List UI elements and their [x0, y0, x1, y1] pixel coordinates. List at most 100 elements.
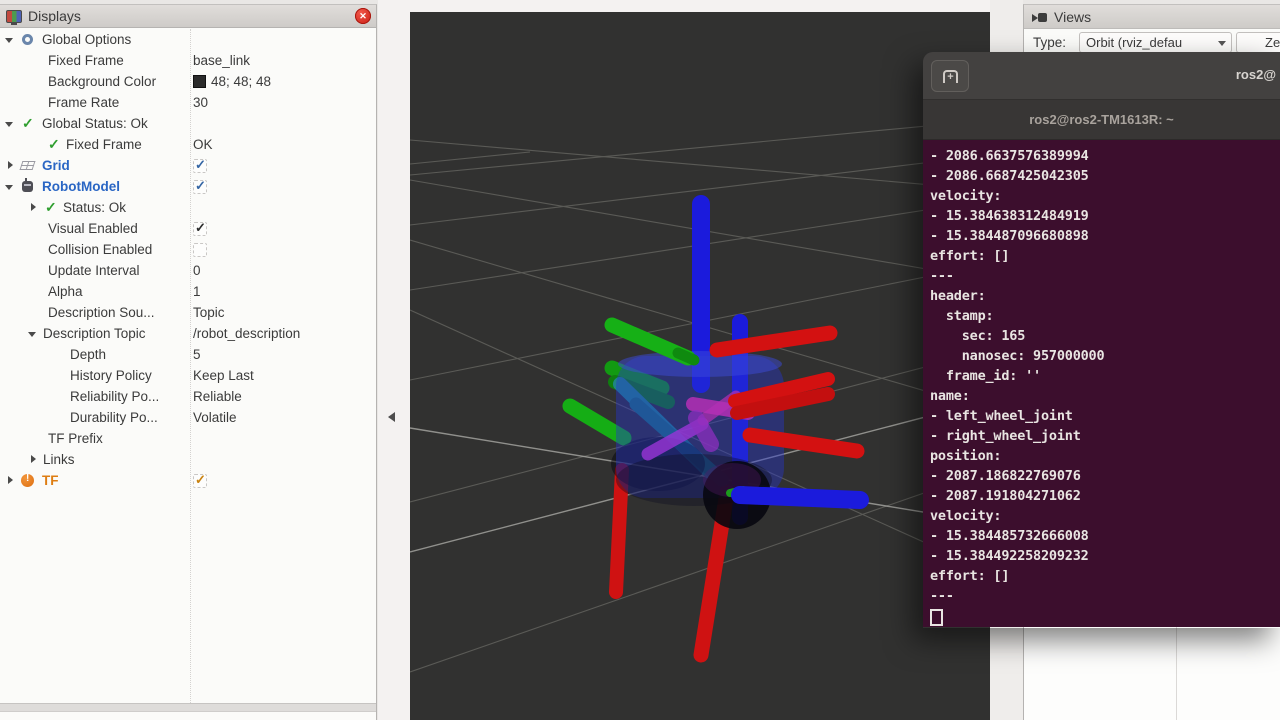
row-label: TF Prefix	[48, 431, 103, 446]
row-label: Global Options	[42, 32, 131, 47]
row-value[interactable]: Topic	[193, 305, 225, 320]
terminal-line: - 15.384485732666008	[930, 528, 1276, 548]
displays-tree: Global Options Fixed Frame base_link Bac…	[0, 29, 376, 703]
panel-resize-strip[interactable]	[0, 703, 376, 712]
chevron-down-icon[interactable]	[27, 328, 39, 340]
collapse-panel-icon[interactable]	[388, 412, 395, 422]
tf-visibility-checkbox[interactable]	[193, 474, 207, 488]
terminal-tab-label: ros2@ros2-TM1613R: ~	[1029, 112, 1174, 127]
new-tab-icon: +	[943, 70, 958, 83]
terminal-line: sec: 165	[930, 328, 1276, 348]
row-value[interactable]: 0	[193, 263, 201, 278]
terminal-line: - 2086.6637576389994	[930, 148, 1276, 168]
tree-row-durability-policy[interactable]: Durability Po... Volatile	[0, 407, 376, 428]
tree-row-depth[interactable]: Depth 5	[0, 344, 376, 365]
tree-row-reliability-policy[interactable]: Reliability Po... Reliable	[0, 386, 376, 407]
row-value[interactable]: Keep Last	[193, 368, 254, 383]
color-value: 48; 48; 48	[211, 74, 271, 89]
chevron-right-icon[interactable]	[4, 475, 16, 487]
row-value[interactable]: 1	[193, 284, 201, 299]
chevron-right-icon[interactable]	[27, 202, 39, 214]
row-label: Alpha	[48, 284, 83, 299]
row-label: Fixed Frame	[66, 137, 142, 152]
terminal-line: ---	[930, 268, 1276, 288]
tree-row-robotmodel[interactable]: RobotModel	[0, 176, 376, 197]
chevron-right-icon[interactable]	[4, 160, 16, 172]
row-label: Depth	[70, 347, 106, 362]
tree-row-update-interval[interactable]: Update Interval 0	[0, 260, 376, 281]
zero-button[interactable]: Ze	[1236, 32, 1280, 53]
tree-row-global-options[interactable]: Global Options	[0, 29, 376, 50]
terminal-titlebar[interactable]: + ros2@	[923, 52, 1280, 100]
tree-row-robot-status[interactable]: Status: Ok	[0, 197, 376, 218]
tree-row-fixed-frame-status[interactable]: Fixed Frame OK	[0, 134, 376, 155]
terminal-line: - 15.384638312484919	[930, 208, 1276, 228]
row-label: Visual Enabled	[48, 221, 138, 236]
view-type-dropdown[interactable]: Orbit (rviz_defau	[1079, 32, 1232, 53]
terminal-line: stamp:	[930, 308, 1276, 328]
row-label: Collision Enabled	[48, 242, 152, 257]
terminal-cursor	[930, 609, 943, 626]
robotmodel-icon	[20, 180, 36, 194]
tree-row-frame-rate[interactable]: Frame Rate 30	[0, 92, 376, 113]
tree-row-tf-prefix[interactable]: TF Prefix	[0, 428, 376, 449]
tree-row-global-status[interactable]: Global Status: Ok	[0, 113, 376, 134]
tree-row-description-source[interactable]: Description Sou... Topic	[0, 302, 376, 323]
tree-row-links[interactable]: Links	[0, 449, 376, 470]
close-icon[interactable]: ✕	[355, 8, 371, 24]
terminal-output[interactable]: - 2086.6637576389994 - 2086.668742504230…	[923, 140, 1280, 627]
row-label: Links	[43, 452, 75, 467]
visual-enabled-checkbox[interactable]	[193, 222, 207, 236]
row-value[interactable]: base_link	[193, 53, 250, 68]
tree-row-description-topic[interactable]: Description Topic /robot_description	[0, 323, 376, 344]
chevron-down-icon[interactable]	[4, 181, 16, 193]
row-value[interactable]: Volatile	[193, 410, 237, 425]
status-ok-icon	[43, 201, 59, 215]
row-value[interactable]: 5	[193, 347, 201, 362]
row-label: Durability Po...	[70, 410, 158, 425]
row-value[interactable]: 48; 48; 48	[193, 74, 271, 89]
view-type-label: Type:	[1033, 35, 1066, 50]
chevron-right-icon[interactable]	[27, 454, 39, 466]
row-label: Reliability Po...	[70, 389, 159, 404]
viewport-top-strip	[410, 0, 990, 12]
tree-row-collision-enabled[interactable]: Collision Enabled	[0, 239, 376, 260]
tree-row-history-policy[interactable]: History Policy Keep Last	[0, 365, 376, 386]
row-value[interactable]: 30	[193, 95, 208, 110]
new-tab-button[interactable]: +	[931, 60, 969, 92]
terminal-line: ---	[930, 588, 1276, 608]
row-label: Frame Rate	[48, 95, 119, 110]
row-value[interactable]: /robot_description	[193, 326, 300, 341]
chevron-down-icon[interactable]	[4, 34, 16, 46]
status-ok-icon	[20, 117, 36, 131]
row-label: Update Interval	[48, 263, 140, 278]
grid-icon	[20, 159, 36, 173]
tree-row-tf[interactable]: TF	[0, 470, 376, 491]
row-label: TF	[42, 473, 59, 488]
tree-row-background-color[interactable]: Background Color 48; 48; 48	[0, 71, 376, 92]
tree-row-grid[interactable]: Grid	[0, 155, 376, 176]
status-ok-icon	[46, 138, 62, 152]
terminal-window[interactable]: + ros2@ ros2@ros2-TM1613R: ~ - 2086.6637…	[923, 52, 1280, 628]
displays-icon	[6, 10, 22, 23]
tree-row-visual-enabled[interactable]: Visual Enabled	[0, 218, 376, 239]
row-label: Background Color	[48, 74, 156, 89]
3d-scene	[410, 12, 990, 720]
row-value[interactable]: Reliable	[193, 389, 242, 404]
terminal-tabbar[interactable]: ros2@ros2-TM1613R: ~	[923, 100, 1280, 140]
3d-viewport[interactable]	[410, 12, 990, 720]
displays-panel-header[interactable]: Displays ✕	[0, 5, 376, 28]
terminal-line: name:	[930, 388, 1276, 408]
terminal-line: - 2087.191804271062	[930, 488, 1276, 508]
panel-splitter-left[interactable]	[378, 0, 410, 720]
chevron-down-icon[interactable]	[4, 118, 16, 130]
collision-enabled-checkbox[interactable]	[193, 243, 207, 257]
row-label: Description Sou...	[48, 305, 155, 320]
tree-row-alpha[interactable]: Alpha 1	[0, 281, 376, 302]
terminal-line: nanosec: 957000000	[930, 348, 1276, 368]
tree-row-fixed-frame[interactable]: Fixed Frame base_link	[0, 50, 376, 71]
views-panel-header[interactable]: Views	[1024, 5, 1280, 29]
robotmodel-visibility-checkbox[interactable]	[193, 180, 207, 194]
grid-visibility-checkbox[interactable]	[193, 159, 207, 173]
color-swatch	[193, 75, 206, 88]
